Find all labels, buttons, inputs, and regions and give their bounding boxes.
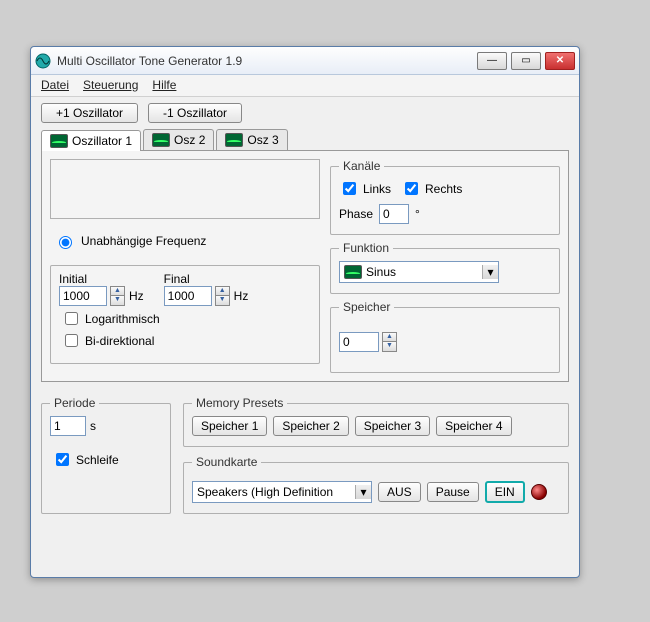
chevron-down-icon[interactable]: ▾ xyxy=(355,485,371,499)
links-input[interactable] xyxy=(343,182,356,195)
phase-label: Phase xyxy=(339,207,373,221)
maximize-button[interactable]: ▭ xyxy=(511,52,541,70)
periode-input[interactable] xyxy=(50,416,86,436)
menu-control[interactable]: Steuerung xyxy=(83,78,138,93)
freq-unit: Hz xyxy=(234,289,249,303)
freq-final-input[interactable] xyxy=(164,286,212,306)
rechts-check[interactable]: Rechts xyxy=(401,179,462,198)
tab-osz-1[interactable]: Oszillator 1 xyxy=(41,130,141,151)
logarithmic-label: Logarithmisch xyxy=(85,312,160,326)
logarithmic-check[interactable]: Logarithmisch xyxy=(61,309,311,328)
oscillator-panel: Unabhängige Frequenz Initial ▲▼ Hz xyxy=(41,150,569,382)
independent-freq-radio[interactable]: Unabhängige Frequenz xyxy=(54,233,320,249)
storage-input[interactable] xyxy=(339,332,379,352)
window-title: Multi Oscillator Tone Generator 1.9 xyxy=(57,54,477,68)
menubar: Datei Steuerung Hilfe xyxy=(31,75,579,97)
soundcard-group: Soundkarte Speakers (High Definition ▾ A… xyxy=(183,455,569,514)
app-icon xyxy=(35,53,51,69)
logarithmic-input[interactable] xyxy=(65,312,78,325)
preset-4-button[interactable]: Speicher 4 xyxy=(436,416,511,436)
independent-freq-label: Unabhängige Frequenz xyxy=(81,234,206,248)
storage-legend: Speicher xyxy=(339,300,394,314)
titlebar: Multi Oscillator Tone Generator 1.9 — ▭ … xyxy=(31,47,579,75)
function-combo[interactable]: Sinus ▾ xyxy=(339,261,499,283)
freq-initial-spinner[interactable]: ▲▼ xyxy=(110,286,125,306)
app-window: Multi Oscillator Tone Generator 1.9 — ▭ … xyxy=(30,46,580,578)
function-value: Sinus xyxy=(366,265,396,279)
bidirectional-check[interactable]: Bi-direktional xyxy=(61,331,311,350)
presets-group: Memory Presets Speicher 1 Speicher 2 Spe… xyxy=(183,396,569,447)
rechts-label: Rechts xyxy=(425,182,462,196)
bidirectional-label: Bi-direktional xyxy=(85,334,154,348)
final-label: Final xyxy=(164,272,249,286)
preset-2-button[interactable]: Speicher 2 xyxy=(273,416,348,436)
wave-icon xyxy=(50,134,68,148)
soundcard-combo[interactable]: Speakers (High Definition ▾ xyxy=(192,481,372,503)
function-legend: Funktion xyxy=(339,241,393,255)
waveform-display xyxy=(50,159,320,219)
freq-final-spinner[interactable]: ▲▼ xyxy=(215,286,230,306)
frequency-group: Initial ▲▼ Hz Final ▲▼ xyxy=(50,265,320,364)
oscillator-tabs: Oszillator 1 Osz 2 Osz 3 xyxy=(41,129,569,150)
window-buttons: — ▭ ✕ xyxy=(477,52,575,70)
tab-label: Oszillator 1 xyxy=(72,134,132,148)
periode-unit: s xyxy=(90,419,96,433)
function-group: Funktion Sinus ▾ xyxy=(330,241,560,294)
power-led-icon xyxy=(531,484,547,500)
links-label: Links xyxy=(363,182,391,196)
bidirectional-input[interactable] xyxy=(65,334,78,347)
storage-spinner[interactable]: ▲▼ xyxy=(382,332,397,352)
wave-icon xyxy=(152,133,170,147)
tab-osz-2[interactable]: Osz 2 xyxy=(143,129,214,150)
loop-label: Schleife xyxy=(76,453,119,467)
storage-group: Speicher ▲▼ xyxy=(330,300,560,373)
loop-check[interactable]: Schleife xyxy=(52,450,162,469)
initial-label: Initial xyxy=(59,272,144,286)
remove-oscillator-button[interactable]: -1 Oszillator xyxy=(148,103,242,123)
periode-group: Periode s Schleife xyxy=(41,396,171,514)
phase-input[interactable] xyxy=(379,204,409,224)
add-oscillator-button[interactable]: +1 Oszillator xyxy=(41,103,138,123)
periode-legend: Periode xyxy=(50,396,99,410)
tab-label: Osz 3 xyxy=(247,133,278,147)
channels-group: Kanäle Links Rechts Phase xyxy=(330,159,560,235)
links-check[interactable]: Links xyxy=(339,179,391,198)
channels-legend: Kanäle xyxy=(339,159,384,173)
soundcard-value: Speakers (High Definition xyxy=(197,485,333,499)
on-button[interactable]: EIN xyxy=(485,481,525,503)
close-button[interactable]: ✕ xyxy=(545,52,575,70)
preset-1-button[interactable]: Speicher 1 xyxy=(192,416,267,436)
tab-osz-3[interactable]: Osz 3 xyxy=(216,129,287,150)
pause-button[interactable]: Pause xyxy=(427,482,479,502)
freq-initial-input[interactable] xyxy=(59,286,107,306)
window-body: +1 Oszillator -1 Oszillator Oszillator 1… xyxy=(31,97,579,524)
rechts-input[interactable] xyxy=(405,182,418,195)
preset-3-button[interactable]: Speicher 3 xyxy=(355,416,430,436)
menu-file[interactable]: Datei xyxy=(41,78,69,93)
soundcard-legend: Soundkarte xyxy=(192,455,261,469)
chevron-down-icon[interactable]: ▾ xyxy=(482,265,498,279)
freq-unit: Hz xyxy=(129,289,144,303)
phase-unit: ° xyxy=(415,207,420,221)
loop-input[interactable] xyxy=(56,453,69,466)
wave-icon xyxy=(225,133,243,147)
wave-icon xyxy=(344,265,362,279)
independent-freq-input[interactable] xyxy=(59,236,72,249)
tab-label: Osz 2 xyxy=(174,133,205,147)
menu-help[interactable]: Hilfe xyxy=(152,78,176,93)
off-button[interactable]: AUS xyxy=(378,482,421,502)
minimize-button[interactable]: — xyxy=(477,52,507,70)
presets-legend: Memory Presets xyxy=(192,396,287,410)
